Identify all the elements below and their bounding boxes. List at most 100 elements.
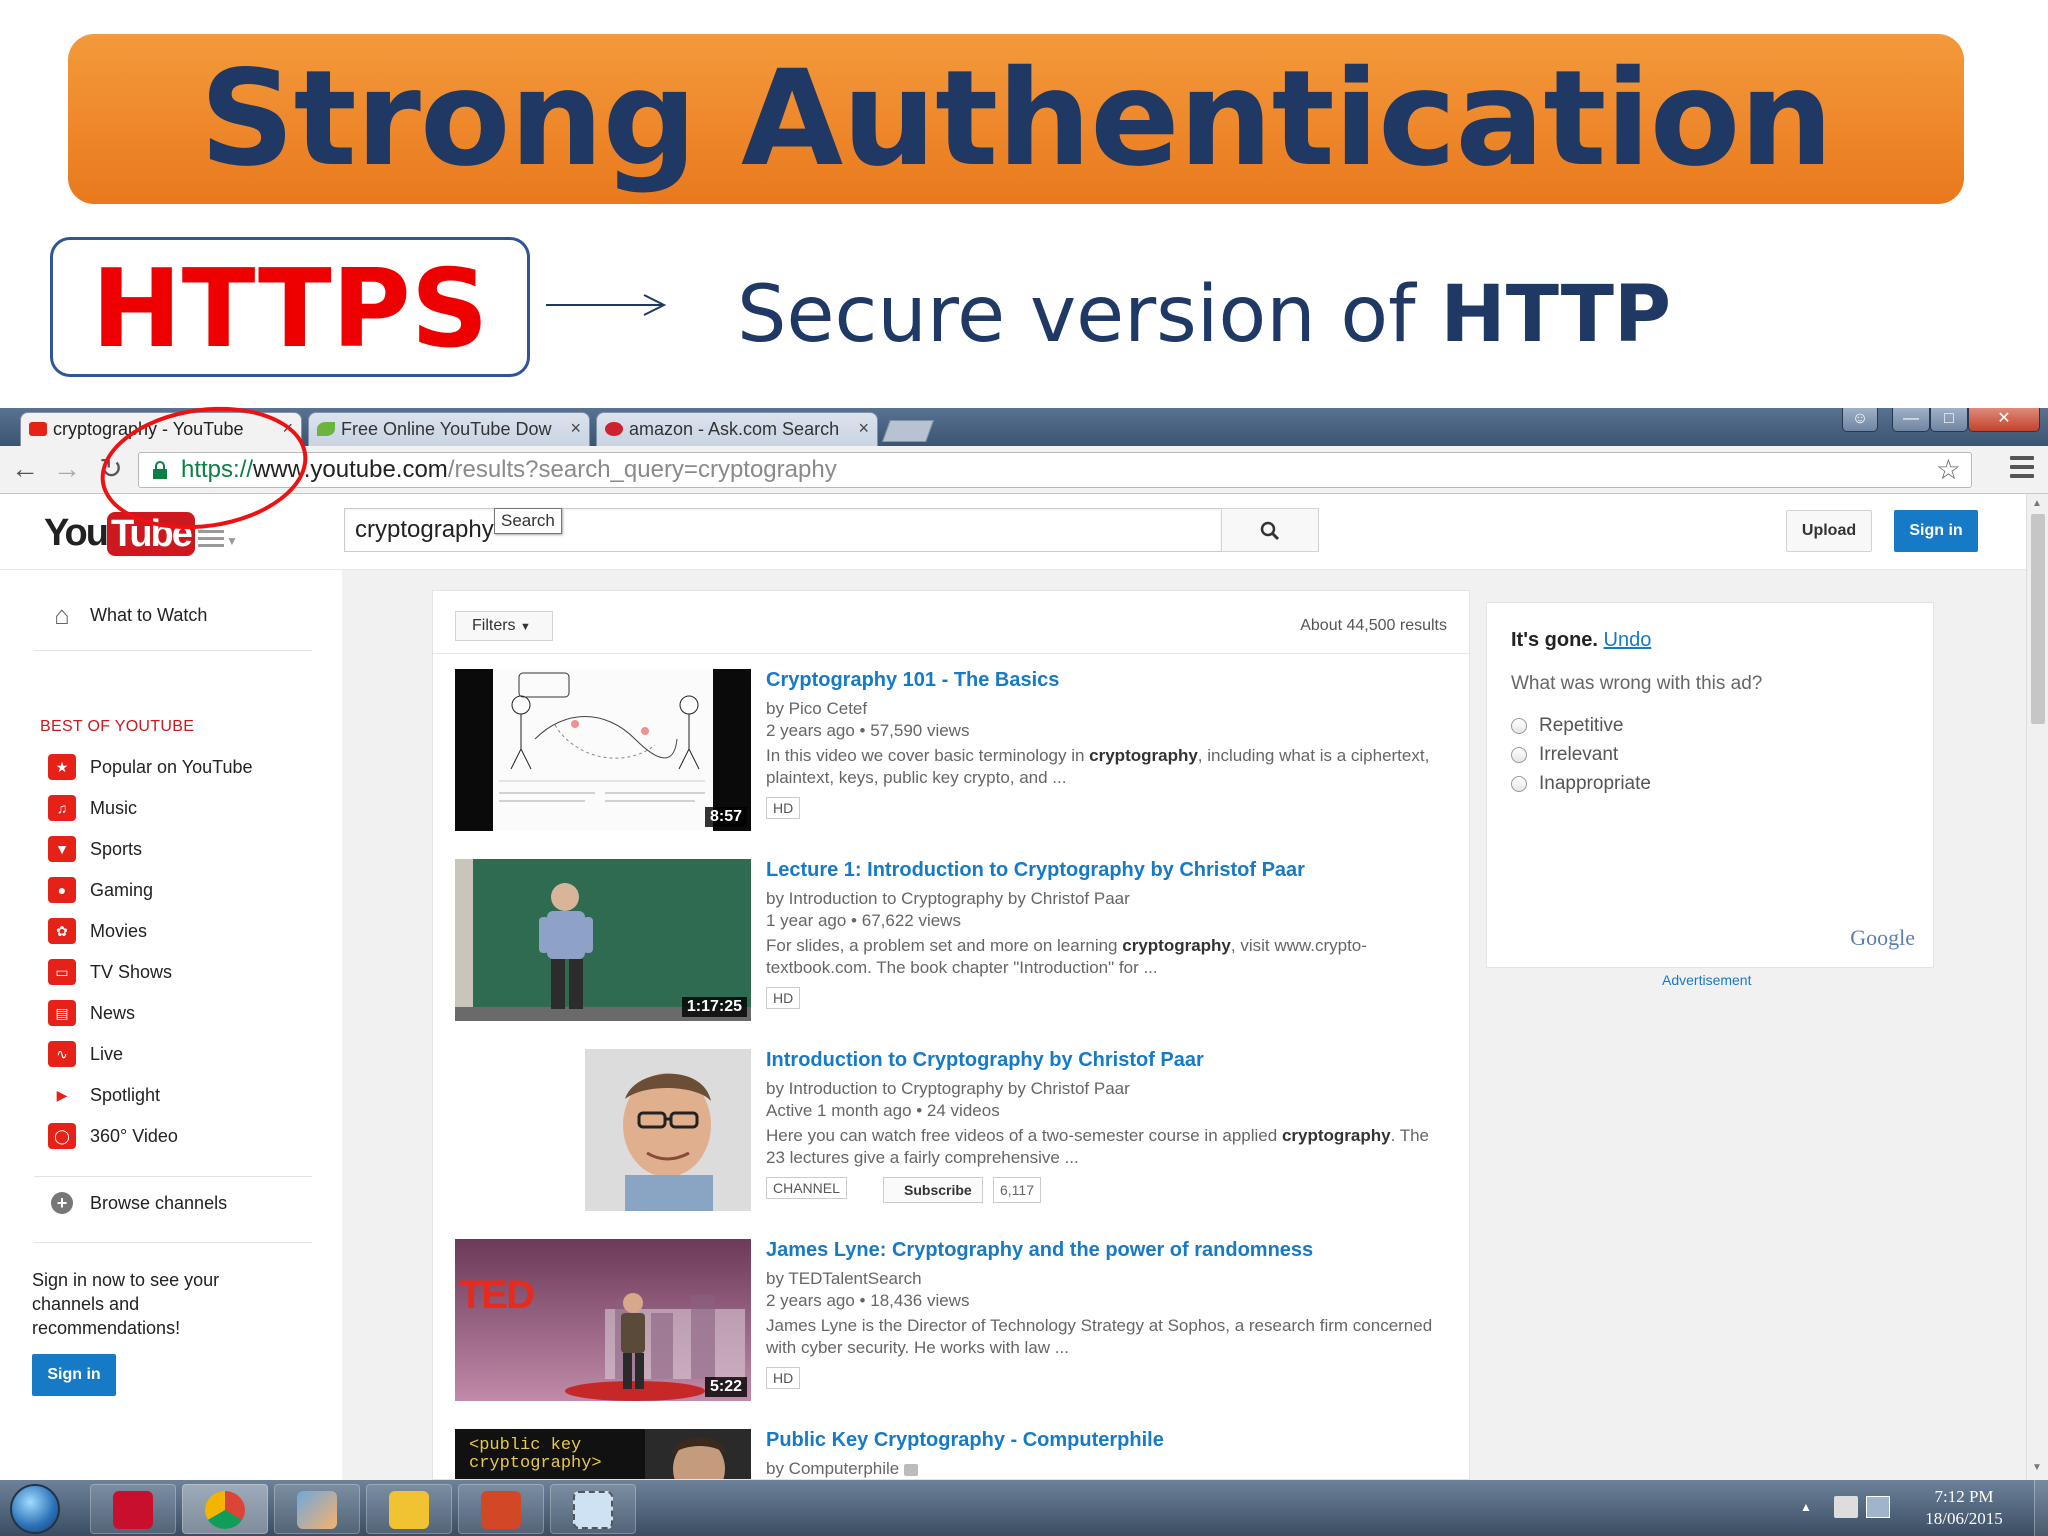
guide-item-browse-channels[interactable]: + Browse channels [48,1186,227,1220]
back-button[interactable]: ← [10,454,40,484]
close-icon[interactable]: × [570,418,581,439]
ad-option-label: Repetitive [1539,715,1624,736]
desc-text: Here you can watch free videos of a two-… [766,1126,1282,1145]
user-icon[interactable]: ☺ [1842,408,1878,432]
channel-link[interactable]: by Computerphile [766,1459,918,1479]
taskbar-chrome[interactable] [182,1484,268,1534]
channel-link[interactable]: by Introduction to Cryptography by Chris… [766,889,1130,909]
thumbnail-caption: <public key cryptography> [469,1436,602,1473]
headphones-icon: ♫ [48,795,76,821]
start-button[interactable] [10,1484,60,1534]
taskbar-pdf-reader[interactable] [90,1484,176,1534]
video-title-link[interactable]: James Lyne: Cryptography and the power o… [766,1239,1313,1262]
guide-item-label: News [90,1003,136,1023]
result-item-channel[interactable]: Introduction to Cryptography by Christof… [455,1049,1455,1217]
address-bar[interactable]: https://www.youtube.com/results?search_q… [138,452,1972,488]
ted-logo-text: TED [459,1273,535,1317]
show-hidden-icons-icon[interactable]: ▲ [1800,1500,1812,1514]
filters-label: Filters [472,617,516,634]
show-desktop-button[interactable] [2034,1480,2048,1536]
video-thumbnail[interactable]: <public key cryptography> [455,1429,751,1479]
tab-downloader[interactable]: Free Online YouTube Dow × [308,412,590,446]
upload-button[interactable]: Upload [1786,510,1872,552]
guide-sign-in-button[interactable]: Sign in [32,1354,116,1396]
video-description: For slides, a problem set and more on le… [766,935,1446,979]
menu-icon[interactable] [2010,456,2034,482]
scrollbar[interactable]: ▲ ▼ [2026,494,2048,1480]
ad-option-repetitive[interactable]: Repetitive [1511,715,1624,737]
action-center-flag-icon[interactable] [1834,1496,1858,1518]
result-item[interactable]: 1:17:25 Lecture 1: Introduction to Crypt… [455,859,1455,1027]
subscribe-button[interactable]: Subscribe [883,1177,983,1203]
tab-ask[interactable]: amazon - Ask.com Search × [596,412,878,446]
guide-menu-icon[interactable] [198,530,224,551]
guide-item-label: 360° Video [90,1126,178,1146]
sign-in-button[interactable]: Sign in [1894,510,1978,552]
bookmark-star-icon[interactable]: ☆ [1936,456,1961,484]
video-title-link[interactable]: Cryptography 101 - The Basics [766,669,1059,692]
video-title-link[interactable]: Public Key Cryptography - Computerphile [766,1429,1164,1452]
guide-item-popular[interactable]: ★ Popular on YouTube [48,750,252,784]
video-thumbnail[interactable]: TED 5:22 [455,1239,751,1401]
system-clock[interactable]: 7:12 PM 18/06/2015 [1904,1486,2024,1530]
guide-item-spotlight[interactable]: ▶ Spotlight [48,1078,160,1112]
guide-item-news[interactable]: ▤ News [48,996,135,1030]
guide-item-movies[interactable]: ✿ Movies [48,914,147,948]
video-thumbnail[interactable]: 8:57 [455,669,751,831]
ad-option-irrelevant[interactable]: Irrelevant [1511,744,1618,766]
minimize-button[interactable]: — [1892,408,1930,432]
guide-item-music[interactable]: ♫ Music [48,791,137,825]
new-tab-button[interactable] [881,420,935,442]
guide-item-label: Gaming [90,880,154,900]
channel-avatar[interactable] [585,1049,751,1211]
snipping-tool-icon [573,1491,613,1529]
radio-button[interactable] [1511,718,1527,734]
result-item[interactable]: <public key cryptography> Public Key Cry… [455,1429,1455,1479]
forward-button[interactable]: → [52,454,82,484]
youtube-masthead: You Tube ▼ cryptography Search Upload Sig… [0,494,2026,570]
guide-item-sports[interactable]: ▼ Sports [48,832,142,866]
leaf-icon [317,422,335,436]
paint-icon [297,1491,337,1529]
undo-link[interactable]: Undo [1604,629,1652,651]
video-description: In this video we cover basic terminology… [766,745,1446,789]
scroll-down-icon[interactable]: ▼ [2032,1462,2042,1473]
guide-item-tv-shows[interactable]: ▭ TV Shows [48,955,172,989]
guide-item-gaming[interactable]: ● Gaming [48,873,153,907]
title-banner: Strong Authentication [68,34,1964,204]
close-icon[interactable]: × [858,418,869,439]
video-description: James Lyne is the Director of Technology… [766,1315,1446,1359]
guide-item-label: Spotlight [90,1085,161,1105]
video-thumbnail[interactable]: 1:17:25 [455,859,751,1021]
taskbar-file-explorer[interactable] [366,1484,452,1534]
guide-item-what-to-watch[interactable]: ⌂ What to Watch [48,598,207,632]
scroll-up-icon[interactable]: ▲ [2032,498,2042,509]
maximize-button[interactable]: □ [1930,408,1968,432]
radio-button[interactable] [1511,747,1527,763]
taskbar-paint[interactable] [274,1484,360,1534]
video-duration: 8:57 [704,807,747,827]
radio-button[interactable] [1511,776,1527,792]
channel-link[interactable]: by TEDTalentSearch [766,1269,922,1289]
filters-button[interactable]: Filters ▼ [455,611,553,641]
search-button[interactable] [1221,508,1319,552]
taskbar-powerpoint[interactable] [458,1484,544,1534]
desc-keyword: cryptography [1122,936,1231,955]
divider [433,653,1469,654]
result-item[interactable]: TED 5:22 James Lyne: Cryptography and th… [455,1239,1455,1407]
ad-option-inappropriate[interactable]: Inappropriate [1511,773,1651,795]
channel-link[interactable]: by Pico Cetef [766,699,867,719]
guide-item-360-video[interactable]: ◯ 360° Video [48,1119,178,1153]
video-duration: 5:22 [704,1377,747,1397]
video-title-link[interactable]: Lecture 1: Introduction to Cryptography … [766,859,1305,882]
scroll-thumb[interactable] [2031,514,2045,724]
channel-link[interactable]: by Introduction to Cryptography by Chris… [766,1079,1130,1099]
result-item[interactable]: 8:57 Cryptography 101 - The Basics by Pi… [455,669,1455,837]
taskbar-snipping-tool[interactable] [550,1484,636,1534]
guide-item-live[interactable]: ∿ Live [48,1037,123,1071]
search-input[interactable]: cryptography [344,508,1222,552]
results-panel: Filters ▼ About 44,500 results 8:57 Cryp… [432,590,1470,1480]
network-icon[interactable] [1866,1496,1890,1518]
channel-title-link[interactable]: Introduction to Cryptography by Christof… [766,1049,1204,1072]
close-window-button[interactable]: ✕ [1968,408,2040,432]
